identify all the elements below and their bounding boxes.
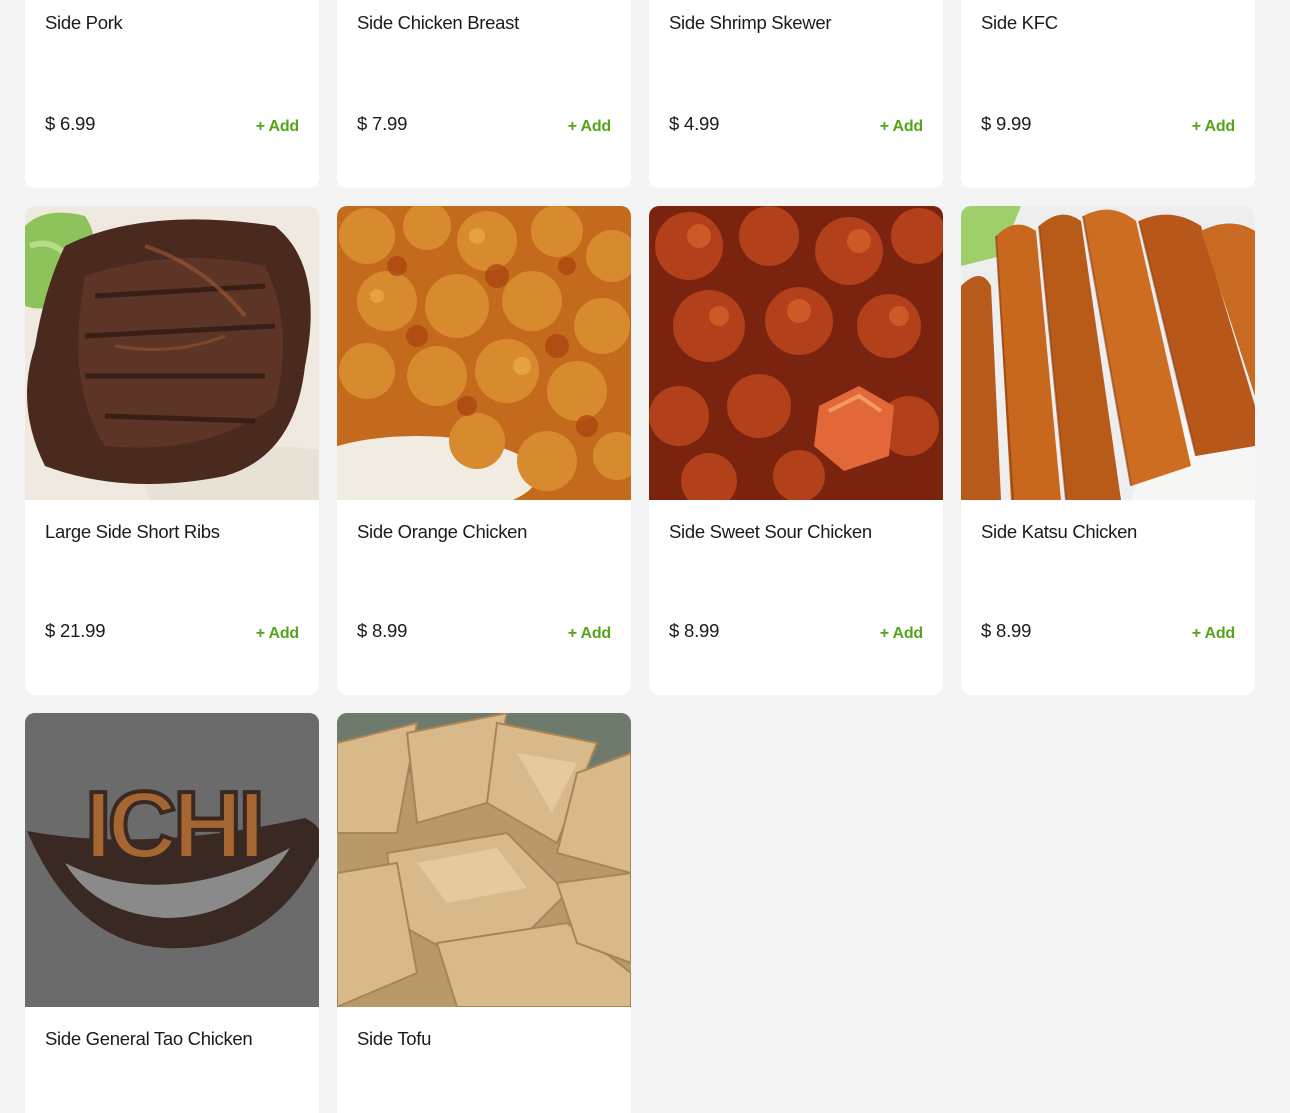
short-ribs-image	[25, 206, 319, 500]
add-button[interactable]: + Add	[1192, 625, 1236, 643]
item-name: Side Orange Chicken	[357, 521, 528, 542]
item-name: Large Side Short Ribs	[45, 521, 220, 542]
add-button[interactable]: + Add	[880, 625, 924, 643]
katsu-chicken-photo[interactable]	[961, 206, 1255, 500]
item-name: Side Chicken Breast	[357, 12, 519, 33]
item-price: $ 8.99	[357, 620, 408, 641]
menu-item-card[interactable]: Side Shrimp Skewer $ 4.99 + Add	[649, 0, 943, 188]
fried-tofu-image	[337, 713, 631, 1007]
menu-item-card[interactable]: Side Katsu Chicken $ 8.99 + Add	[961, 206, 1255, 695]
ichi-logo-image: ICHI	[25, 713, 319, 1007]
add-button[interactable]: + Add	[256, 625, 300, 643]
add-button[interactable]: + Add	[1192, 118, 1236, 136]
orange-chicken-photo[interactable]	[337, 206, 631, 500]
item-name: Side General Tao Chicken	[45, 1028, 253, 1049]
add-button[interactable]: + Add	[568, 625, 612, 643]
katsu-chicken-image	[961, 206, 1255, 500]
item-price: $ 8.99	[669, 620, 720, 641]
sweet-sour-chicken-image	[649, 206, 943, 500]
item-price: $ 4.99	[669, 113, 720, 134]
menu-item-card[interactable]: Side Sweet Sour Chicken $ 8.99 + Add	[649, 206, 943, 695]
item-name: Side Pork	[45, 12, 123, 33]
add-button[interactable]: + Add	[256, 118, 300, 136]
item-price: $ 6.99	[45, 113, 96, 134]
item-price: $ 7.99	[357, 113, 408, 134]
item-price: $ 21.99	[45, 620, 106, 641]
menu-item-card[interactable]: Large Side Short Ribs $ 21.99 + Add	[25, 206, 319, 695]
menu-item-card[interactable]: ICHI Side General Tao Chicken	[25, 713, 319, 1113]
svg-text:ICHI: ICHI	[85, 772, 261, 879]
item-price: $ 9.99	[981, 113, 1032, 134]
item-price: $ 8.99	[981, 620, 1032, 641]
short-ribs-photo[interactable]	[25, 206, 319, 500]
menu-item-card[interactable]: Side Pork $ 6.99 + Add	[25, 0, 319, 188]
item-name: Side Katsu Chicken	[981, 521, 1138, 542]
add-button[interactable]: + Add	[880, 118, 924, 136]
item-name: Side Sweet Sour Chicken	[669, 521, 872, 542]
ichi-logo-placeholder[interactable]: ICHI	[25, 713, 319, 1007]
menu-item-card[interactable]: Side Orange Chicken $ 8.99 + Add	[337, 206, 631, 695]
add-button[interactable]: + Add	[568, 118, 612, 136]
item-name: Side KFC	[981, 12, 1058, 33]
item-name: Side Shrimp Skewer	[669, 12, 832, 33]
sweet-sour-chicken-photo[interactable]	[649, 206, 943, 500]
orange-chicken-image	[337, 206, 631, 500]
fried-tofu-photo[interactable]	[337, 713, 631, 1007]
menu-item-card[interactable]: Side Chicken Breast $ 7.99 + Add	[337, 0, 631, 188]
menu-item-card[interactable]: Side Tofu	[337, 713, 631, 1113]
menu-item-card[interactable]: Side KFC $ 9.99 + Add	[961, 0, 1255, 188]
item-name: Side Tofu	[357, 1028, 432, 1049]
